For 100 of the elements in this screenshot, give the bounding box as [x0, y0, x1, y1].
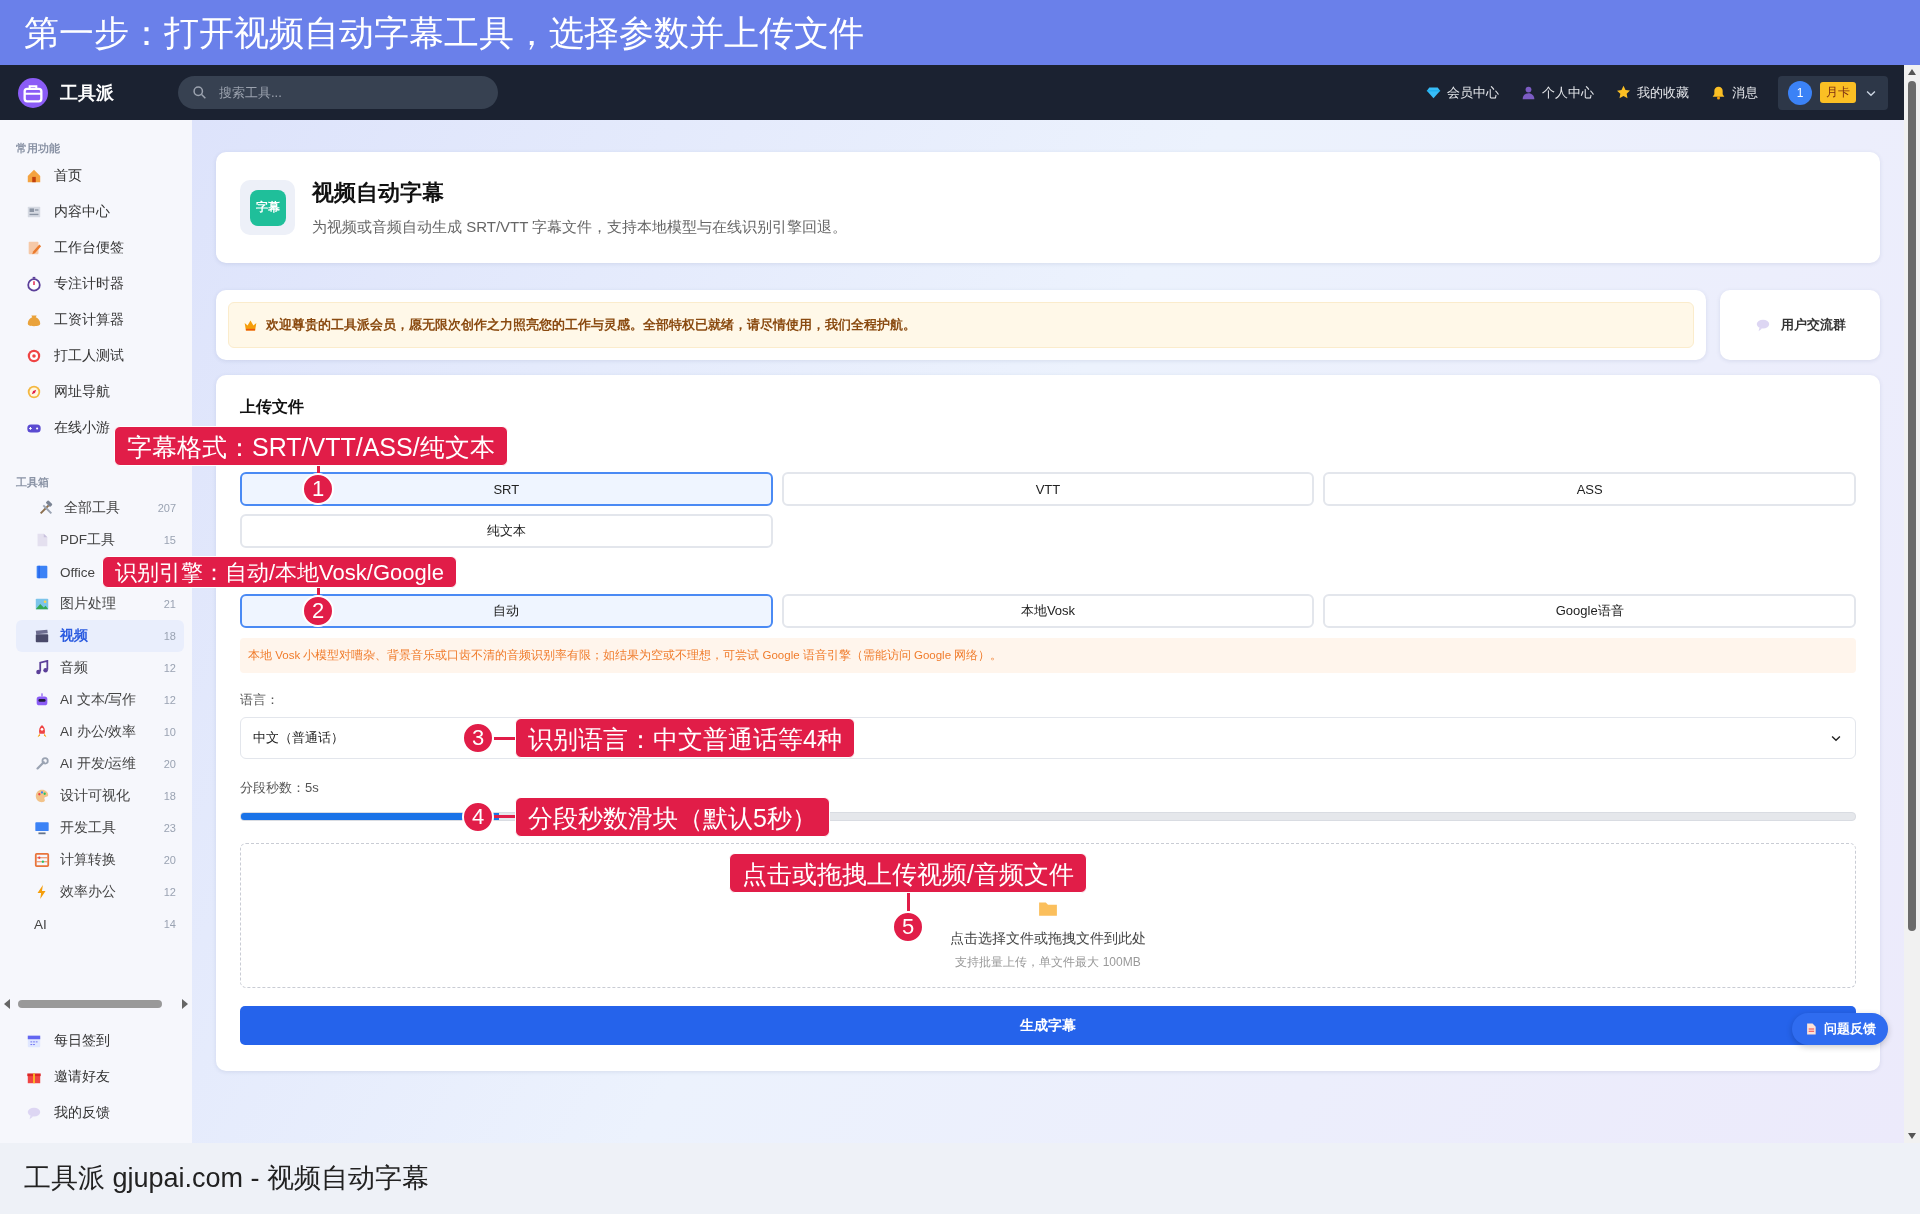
field-label: 语言：: [240, 691, 279, 709]
sidebar-item[interactable]: AI 文本/写作 12: [16, 684, 184, 716]
clapper-icon: [34, 628, 50, 644]
search-bar[interactable]: 搜索工具...: [178, 76, 498, 109]
tool-icon: 字幕: [240, 180, 295, 235]
callout-label: 识别引擎：自动/本地Vosk/Google: [102, 556, 457, 588]
speech-bubble-icon: [1754, 317, 1771, 333]
item-count: 20: [163, 758, 176, 770]
sidebar-item[interactable]: 内容中心: [0, 194, 116, 230]
book-icon: [34, 564, 50, 580]
item-count: 12: [163, 662, 176, 674]
abacus-icon: [34, 852, 50, 868]
diamond-icon: [1426, 85, 1441, 100]
search-field[interactable]: 搜索工具...: [217, 84, 484, 101]
sidebar-item[interactable]: PDF工具 15: [16, 524, 184, 556]
search-icon: [192, 85, 207, 100]
palette-icon: [34, 788, 50, 804]
newspaper-icon: [26, 204, 42, 220]
item-count: 14: [163, 918, 176, 930]
sidebar-item[interactable]: AI 办公/效率 10: [16, 716, 184, 748]
feedback-button[interactable]: 问题反馈: [1792, 1013, 1888, 1045]
person-icon: [1521, 85, 1536, 100]
speech-bubble-icon: [26, 1105, 42, 1121]
sidebar-item[interactable]: 每日签到: [0, 1023, 116, 1059]
leader-line: [906, 893, 910, 911]
sidebar-item[interactable]: 图片处理 21: [16, 588, 184, 620]
sidebar-item[interactable]: 计算转换 20: [16, 844, 184, 876]
nav-link[interactable]: 会员中心: [1426, 83, 1499, 102]
nav-link[interactable]: 我的收藏: [1616, 83, 1689, 102]
nav-link[interactable]: 个人中心: [1521, 83, 1594, 102]
picture-icon: [34, 596, 50, 612]
item-count: 12: [163, 886, 176, 898]
caption-text: 工具派 gjupai.com - 视频自动字幕: [23, 1162, 430, 1195]
field-label: 分段秒数：5s: [240, 779, 319, 797]
sidebar-item[interactable]: 视频 18: [16, 620, 184, 652]
sidebar-item[interactable]: Office: [16, 556, 101, 588]
option-button[interactable]: VTT: [781, 472, 1315, 506]
user-menu[interactable]: 1 月卡: [1778, 75, 1888, 110]
tools-icon: [38, 500, 54, 516]
sidebar-item[interactable]: 效率办公 12: [16, 876, 184, 908]
item-count: 21: [163, 598, 176, 610]
option-button[interactable]: 纯文本: [240, 514, 773, 548]
item-count: 20: [163, 854, 176, 866]
sidebar-item[interactable]: 工资计算器: [0, 302, 130, 338]
membership-badge: 月卡: [1820, 82, 1856, 103]
callout-label: 识别语言：中文普通话等4种: [515, 718, 855, 758]
wrench-icon: [34, 756, 50, 772]
callout-label: 点击或拖拽上传视频/音频文件: [729, 853, 1087, 893]
stopwatch-icon: [26, 276, 42, 292]
sidebar-item[interactable]: 邀请好友: [0, 1059, 116, 1095]
target-icon: [26, 348, 42, 364]
sidebar-item[interactable]: 设计可视化 18: [16, 780, 184, 812]
sidebar-item[interactable]: 首页: [0, 158, 88, 194]
sidebar-item[interactable]: 在线小游: [0, 410, 116, 446]
welcome-text: 欢迎尊贵的工具派会员，愿无限次创作之力照亮您的工作与灵感。全部特权已就绪，请尽情使用，我们全程护航。: [266, 316, 916, 334]
callout-label: 字幕格式：SRT/VTT/ASS/纯文本: [114, 426, 508, 466]
sidebar-item[interactable]: 工作台便签: [0, 230, 130, 266]
item-count: 15: [163, 534, 176, 546]
scrollbar[interactable]: [4, 997, 188, 1011]
community-link[interactable]: 用户交流群: [1720, 290, 1880, 360]
bell-icon: [1711, 85, 1726, 100]
item-count: 207: [157, 502, 176, 514]
engine-hint: 本地 Vosk 小模型对嘈杂、背景音乐或口齿不清的音频识别率有限；如结果为空或不理想，可尝试 Google 语音引擎（需能访问 Google 网络）。: [240, 638, 1856, 673]
music-icon: [34, 660, 50, 676]
section-title: 常用功能: [15, 141, 60, 156]
tool-description: 为视频或音频自动生成 SRT/VTT 字幕文件，支持本地模型与在线识别引擎回退。: [312, 218, 848, 237]
section-title: 工具箱: [15, 475, 49, 490]
option-button[interactable]: 本地Vosk: [781, 594, 1315, 628]
drop-hint: 支持批量上传，单文件最大 100MB: [955, 954, 1141, 971]
item-count: 12: [163, 694, 176, 706]
star-icon: [1616, 85, 1631, 100]
tool-title: 视频自动字幕: [312, 179, 444, 207]
sidebar-item[interactable]: 全部工具 207: [16, 492, 184, 524]
option-button[interactable]: Google语音: [1323, 594, 1856, 628]
avatar: 1: [1788, 80, 1812, 105]
item-count: 23: [163, 822, 176, 834]
note-icon: [26, 240, 42, 256]
banner-title: 第一步：打开视频自动字幕工具，选择参数并上传文件: [23, 12, 864, 54]
sidebar-item[interactable]: 网址导航: [0, 374, 116, 410]
monitor-icon: [34, 820, 50, 836]
house-icon: [26, 168, 42, 184]
document-icon: [1804, 1022, 1818, 1036]
scrollbar[interactable]: [1904, 65, 1920, 1143]
sidebar-item[interactable]: 专注计时器: [0, 266, 130, 302]
item-count: 18: [163, 630, 176, 642]
nav-link[interactable]: 消息: [1711, 83, 1758, 102]
sidebar-item[interactable]: AI 开发/运维 20: [16, 748, 184, 780]
section-title: 上传文件: [240, 397, 304, 417]
item-count: 18: [163, 790, 176, 802]
logo-text: 工具派: [60, 81, 114, 105]
sidebar-item[interactable]: 打工人测试: [0, 338, 130, 374]
sidebar-item[interactable]: AI 14: [16, 908, 184, 940]
sidebar-item[interactable]: 开发工具 23: [16, 812, 184, 844]
leader-line: [494, 736, 515, 740]
leader-line: [494, 815, 515, 818]
sidebar-item[interactable]: 我的反馈: [0, 1095, 116, 1131]
option-button[interactable]: ASS: [1323, 472, 1856, 506]
briefcase-icon: [18, 77, 48, 108]
sidebar-item[interactable]: 音频 12: [16, 652, 184, 684]
callout-label: 分段秒数滑块（默认5秒）: [515, 796, 830, 837]
